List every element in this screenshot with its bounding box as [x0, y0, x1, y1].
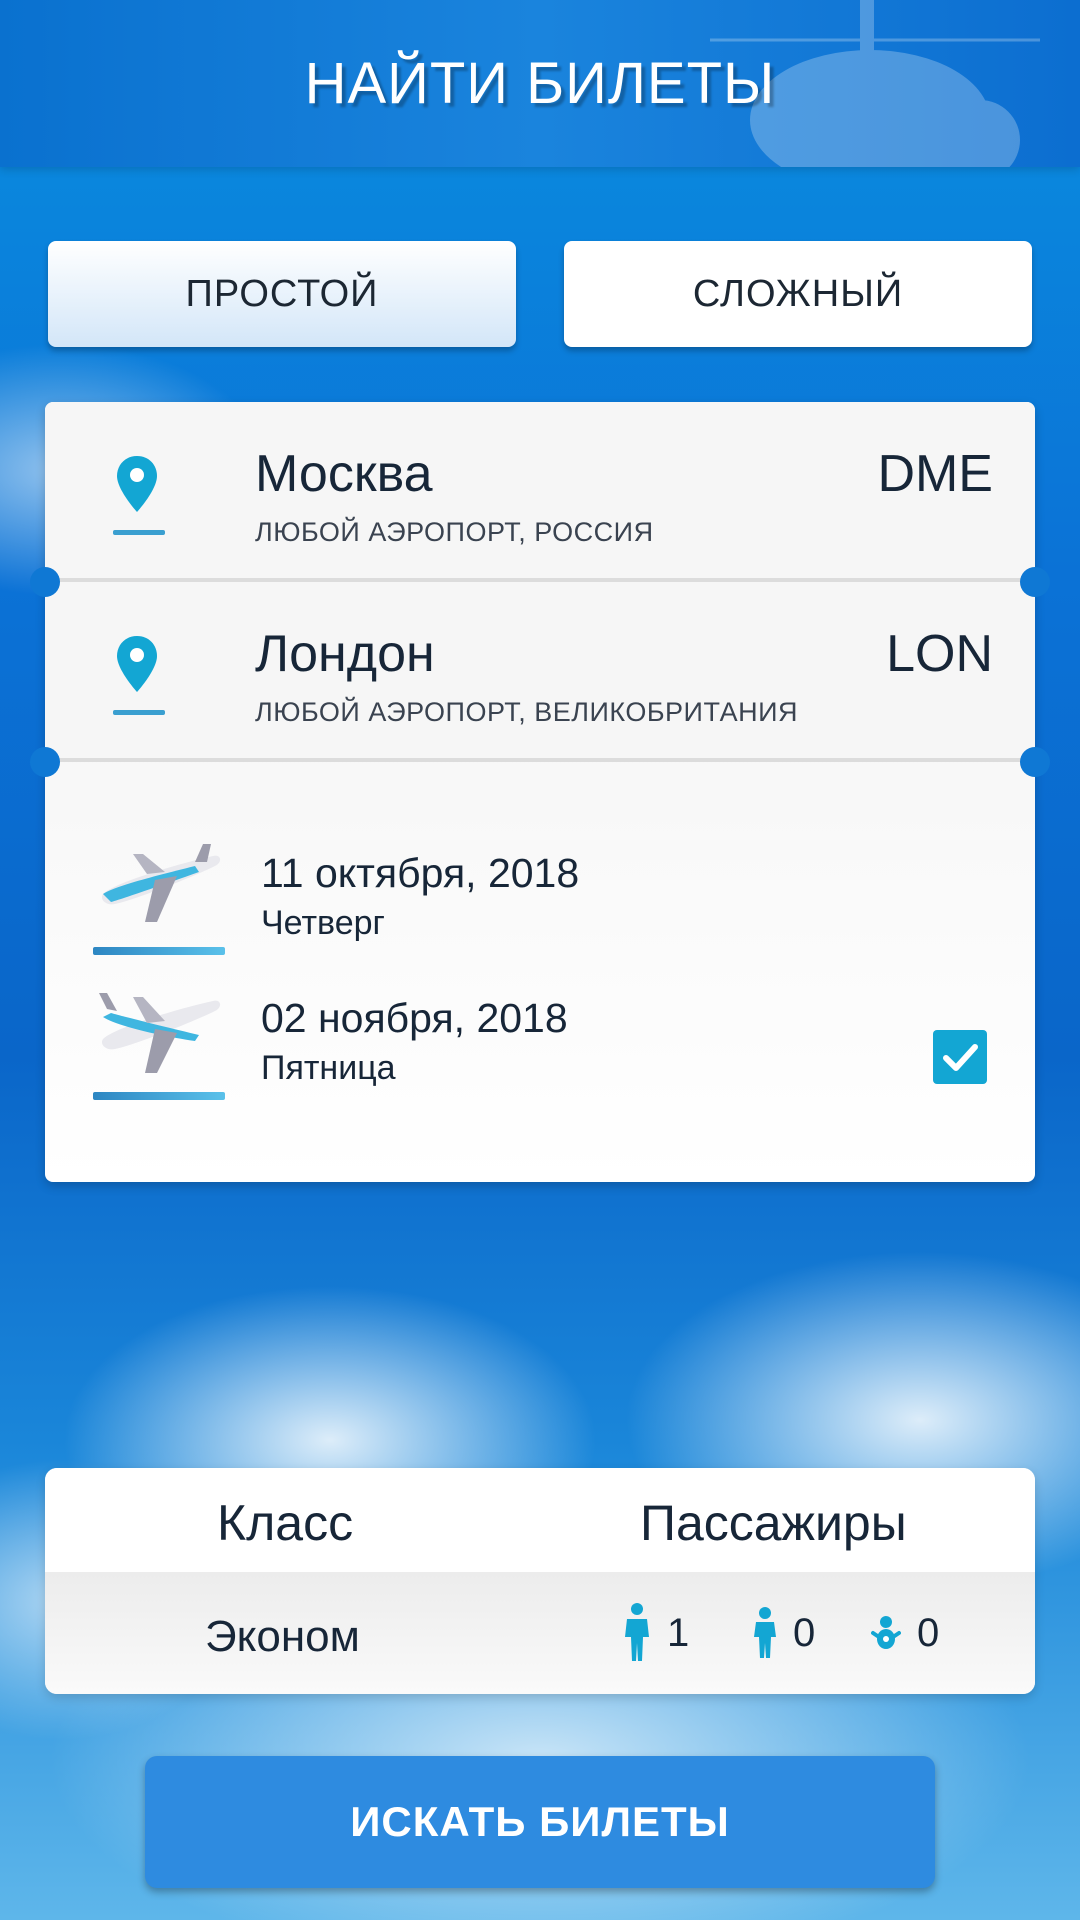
infants-count: 0 — [917, 1610, 940, 1655]
plane-underline — [93, 947, 225, 955]
app-header: НАЙТИ БИЛЕТЫ — [0, 0, 1080, 167]
plane-underline — [93, 1092, 225, 1100]
plane-departure-icon — [101, 844, 221, 922]
children-count: 0 — [793, 1610, 816, 1655]
return-checkbox[interactable] — [933, 1030, 987, 1084]
pin-underline — [113, 530, 165, 535]
destination-code: LON — [886, 625, 993, 683]
destination-airport: ЛЮБОЙ АЭРОПОРТ, ВЕЛИКОБРИТАНИЯ — [255, 697, 798, 727]
plane-return-icon — [99, 993, 221, 1073]
tab-complex[interactable]: СЛОЖНЫЙ — [564, 241, 1032, 347]
pin-underline — [113, 710, 165, 715]
child-icon — [754, 1607, 776, 1658]
origin-field[interactable]: Москва ЛЮБОЙ АЭРОПОРТ, РОССИЯ DME — [45, 402, 1035, 582]
passengers-label: Пассажиры — [640, 1495, 907, 1551]
class-label: Класс — [217, 1495, 354, 1551]
departure-weekday: Четверг — [261, 904, 385, 942]
location-pin-icon — [117, 456, 157, 512]
return-date-field[interactable]: 02 ноября, 2018 Пятница — [45, 987, 1035, 1127]
adults-counter[interactable]: 1 — [623, 1598, 689, 1668]
origin-city: Москва — [255, 445, 433, 503]
options-card: Класс Пассажиры Эконом 1 0 0 — [45, 1468, 1035, 1694]
page-title: НАЙТИ БИЛЕТЫ — [304, 51, 776, 116]
adult-icon — [625, 1603, 649, 1661]
adults-count: 1 — [667, 1610, 690, 1655]
destination-city: Лондон — [255, 625, 435, 683]
origin-airport: ЛЮБОЙ АЭРОПОРТ, РОССИЯ — [255, 517, 654, 547]
search-card: Москва ЛЮБОЙ АЭРОПОРТ, РОССИЯ DME Лондон… — [30, 402, 1050, 1182]
location-pin-icon — [117, 636, 157, 692]
options-header: Класс Пассажиры — [45, 1468, 1035, 1572]
origin-code: DME — [877, 445, 993, 503]
check-icon — [943, 1044, 978, 1071]
destination-field[interactable]: Лондон ЛЮБОЙ АЭРОПОРТ, ВЕЛИКОБРИТАНИЯ LO… — [45, 582, 1035, 762]
departure-date: 11 октября, 2018 — [261, 850, 580, 896]
departure-date-field[interactable]: 11 октября, 2018 Четверг — [45, 842, 1035, 982]
ticket-notch — [30, 747, 60, 777]
options-values: Эконом 1 0 0 — [45, 1572, 1035, 1694]
infant-icon — [871, 1616, 901, 1649]
return-weekday: Пятница — [261, 1049, 396, 1087]
search-tickets-button[interactable]: ИСКАТЬ БИЛЕТЫ — [145, 1756, 935, 1888]
class-selector[interactable]: Эконом — [205, 1612, 360, 1662]
return-date: 02 ноября, 2018 — [261, 995, 568, 1041]
ticket-notch — [1020, 567, 1050, 597]
ticket-notch — [30, 567, 60, 597]
ticket-notch — [1020, 747, 1050, 777]
children-counter[interactable]: 0 — [753, 1598, 815, 1668]
tab-simple[interactable]: ПРОСТОЙ — [48, 241, 516, 347]
infants-counter[interactable]: 0 — [871, 1598, 939, 1668]
